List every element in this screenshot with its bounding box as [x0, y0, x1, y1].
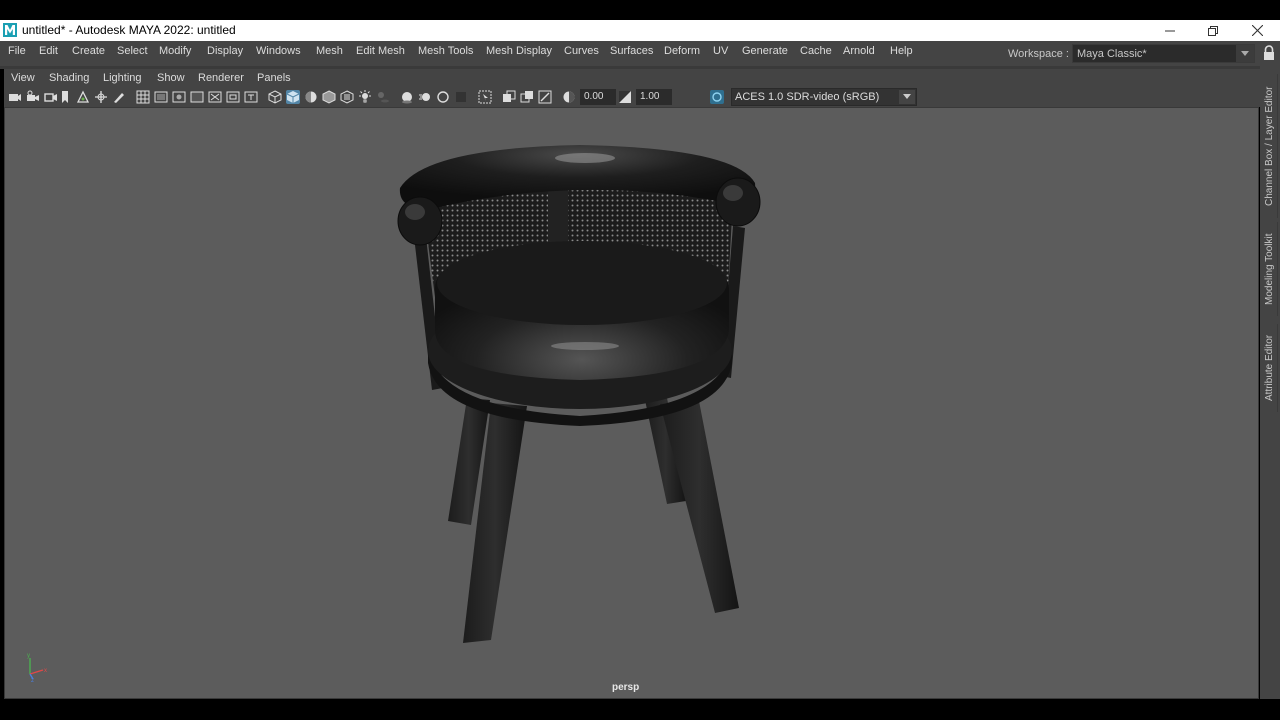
menu-cache[interactable]: Cache: [800, 45, 832, 57]
chevron-down-icon: [899, 90, 915, 104]
workspace-value: Maya Classic*: [1077, 48, 1147, 60]
lock-icon[interactable]: [1262, 45, 1276, 61]
tab-modeling-toolkit[interactable]: Modeling Toolkit: [1262, 222, 1278, 316]
svg-text:x: x: [44, 668, 47, 674]
tab-attribute-editor[interactable]: Attribute Editor: [1262, 324, 1278, 412]
right-dock: Channel Box / Layer Editor Modeling Tool…: [1260, 66, 1280, 699]
menu-edit-mesh[interactable]: Edit Mesh: [356, 45, 405, 57]
panel-menu-shading[interactable]: Shading: [49, 72, 89, 84]
select-camera-icon[interactable]: [8, 90, 22, 104]
grease-pencil-icon[interactable]: [112, 90, 126, 104]
gamma-icon[interactable]: [618, 90, 632, 104]
perspective-viewport[interactable]: persp y x z: [4, 107, 1259, 699]
tab-channel-box[interactable]: Channel Box / Layer Editor: [1262, 74, 1278, 218]
title-bar: untitled* - Autodesk MAYA 2022: untitled: [0, 20, 1280, 41]
menu-help[interactable]: Help: [890, 45, 913, 57]
color-management-icon[interactable]: [710, 90, 724, 104]
window-title: untitled* - Autodesk MAYA 2022: untitled: [22, 23, 236, 37]
minimize-button[interactable]: [1150, 20, 1190, 41]
menu-display[interactable]: Display: [207, 45, 243, 57]
minimize-icon: [1165, 30, 1175, 31]
menu-windows[interactable]: Windows: [256, 45, 301, 57]
workspace-label: Workspace :: [1008, 48, 1069, 60]
screen-space-ao-icon[interactable]: [400, 90, 414, 104]
menu-mesh-display[interactable]: Mesh Display: [486, 45, 552, 57]
motion-blur-icon[interactable]: [418, 90, 432, 104]
panel-menu-show[interactable]: Show: [157, 72, 185, 84]
panel-menubar: View Shading Lighting Show Renderer Pane…: [4, 69, 1260, 87]
workspace-dropdown[interactable]: Maya Classic*: [1072, 44, 1255, 63]
xray-active-components-icon[interactable]: [520, 90, 534, 104]
2d-pan-zoom-icon[interactable]: [94, 90, 108, 104]
menu-create[interactable]: Create: [72, 45, 105, 57]
color-space-value: ACES 1.0 SDR-video (sRGB): [735, 91, 880, 103]
lock-camera-icon[interactable]: [26, 90, 40, 104]
menu-curves[interactable]: Curves: [564, 45, 599, 57]
view-axis-icon: y x z: [27, 653, 47, 682]
camera-name-label: persp: [612, 682, 640, 693]
restore-icon: [1208, 25, 1218, 36]
panel-menu-view[interactable]: View: [11, 72, 35, 84]
menu-uv[interactable]: UV: [713, 45, 728, 57]
film-gate-icon[interactable]: [154, 90, 168, 104]
menu-surfaces[interactable]: Surfaces: [610, 45, 653, 57]
svg-text:z: z: [31, 678, 34, 682]
safe-title-icon[interactable]: [244, 90, 258, 104]
chair-model: [397, 145, 761, 643]
xray-icon[interactable]: [502, 90, 516, 104]
maya-window: untitled* - Autodesk MAYA 2022: untitled…: [0, 0, 1280, 720]
gamma-field[interactable]: 1.00: [636, 89, 672, 105]
field-chart-icon[interactable]: [208, 90, 222, 104]
camera-attributes-icon[interactable]: [44, 90, 58, 104]
exposure-field[interactable]: 0.00: [580, 89, 616, 105]
wireframe-on-shaded-icon[interactable]: [322, 90, 336, 104]
panel-menu-renderer[interactable]: Renderer: [198, 72, 244, 84]
resolution-gate-icon[interactable]: [172, 90, 186, 104]
main-menubar: File Edit Create Select Modify Display W…: [0, 41, 1280, 66]
anti-aliasing-icon[interactable]: [436, 90, 450, 104]
wireframe-icon[interactable]: [268, 90, 282, 104]
smooth-shade-all-icon[interactable]: [286, 90, 300, 104]
exposure-icon[interactable]: [562, 90, 576, 104]
use-all-lights-icon[interactable]: [358, 90, 372, 104]
menu-file[interactable]: File: [8, 45, 26, 57]
textured-icon[interactable]: [340, 90, 354, 104]
chair-leg-front-right: [660, 401, 739, 613]
gate-mask-icon[interactable]: [190, 90, 204, 104]
menu-generate[interactable]: Generate: [742, 45, 788, 57]
svg-text:y: y: [27, 653, 30, 659]
xray-joints-icon[interactable]: [538, 90, 552, 104]
isolate-select-icon[interactable]: [478, 90, 492, 104]
safe-action-icon[interactable]: [226, 90, 240, 104]
grid-icon[interactable]: [136, 90, 150, 104]
depth-of-field-icon[interactable]: [454, 90, 468, 104]
chevron-down-icon: [1236, 45, 1254, 62]
panel-menu-panels[interactable]: Panels: [257, 72, 291, 84]
menu-edit[interactable]: Edit: [39, 45, 58, 57]
restore-button[interactable]: [1193, 20, 1233, 41]
image-plane-icon[interactable]: [76, 90, 90, 104]
close-button[interactable]: [1237, 20, 1277, 41]
menu-mesh[interactable]: Mesh: [316, 45, 343, 57]
menu-deform[interactable]: Deform: [664, 45, 700, 57]
menu-modify[interactable]: Modify: [159, 45, 191, 57]
close-icon: [1251, 25, 1263, 36]
shadows-icon[interactable]: [376, 90, 390, 104]
use-default-material-icon[interactable]: [304, 90, 318, 104]
menu-select[interactable]: Select: [117, 45, 148, 57]
color-space-dropdown[interactable]: ACES 1.0 SDR-video (sRGB): [731, 88, 917, 106]
bookmarks-icon[interactable]: [58, 90, 72, 104]
maya-logo-icon: [3, 23, 17, 37]
panel-toolbar: 0.00 1.00 ACES 1.0 SDR-video (sRGB): [4, 87, 1260, 107]
panel-menu-lighting[interactable]: Lighting: [103, 72, 142, 84]
menu-arnold[interactable]: Arnold: [843, 45, 875, 57]
menu-mesh-tools[interactable]: Mesh Tools: [418, 45, 473, 57]
bottom-letterbox: [0, 699, 1280, 720]
